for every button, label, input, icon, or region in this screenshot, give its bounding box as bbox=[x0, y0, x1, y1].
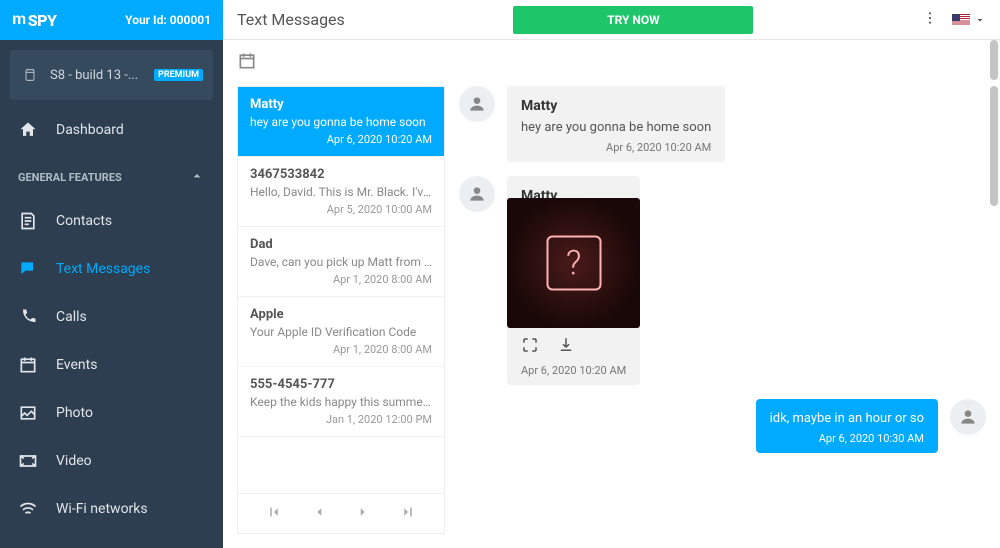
message-body: idk, maybe in an hour or so bbox=[770, 411, 924, 426]
conversation-name: Matty bbox=[250, 97, 432, 112]
conversation-preview: Dave, can you pick up Matt from schoo... bbox=[250, 255, 432, 269]
home-icon bbox=[18, 120, 38, 140]
page-next-icon[interactable] bbox=[354, 503, 372, 525]
conversation-item[interactable]: Dad Dave, can you pick up Matt from schoo… bbox=[238, 227, 444, 297]
sidebar-item-label: Events bbox=[56, 357, 97, 373]
content-area: Matty hey are you gonna be home soon Apr 6… bbox=[223, 86, 1000, 548]
chat-scrollbar[interactable] bbox=[990, 86, 998, 206]
conversation-time: Apr 1, 2020 8:00 AM bbox=[250, 343, 432, 356]
message-sender: Matty bbox=[521, 98, 711, 114]
sidebar-item-label: Text Messages bbox=[56, 261, 150, 277]
sidebar-item-label: Dashboard bbox=[56, 122, 124, 138]
calendar-icon[interactable] bbox=[237, 51, 257, 75]
phone-icon bbox=[18, 307, 38, 327]
message-row: idk, maybe in an hour or so Apr 6, 2020 1… bbox=[459, 399, 986, 453]
sidebar-item-label: Photo bbox=[56, 405, 93, 421]
chevron-up-icon bbox=[189, 168, 205, 187]
chat-thread: Matty hey are you gonna be home soon Apr 6… bbox=[459, 86, 986, 534]
nav-section-label: GENERAL FEATURES bbox=[18, 171, 122, 184]
sidebar-item-keyword-tracking[interactable]: Keyword tracking bbox=[0, 533, 223, 548]
conversation-time: Apr 1, 2020 8:00 AM bbox=[250, 273, 432, 286]
sidebar-item-video[interactable]: Video bbox=[0, 437, 223, 485]
conversation-name: Apple bbox=[250, 307, 432, 322]
premium-badge: PREMIUM bbox=[154, 69, 203, 81]
avatar bbox=[459, 86, 495, 122]
conversation-time: Apr 5, 2020 10:00 AM bbox=[250, 203, 432, 216]
film-icon bbox=[18, 451, 38, 471]
page-prev-icon[interactable] bbox=[310, 503, 328, 525]
calendar-icon bbox=[18, 355, 38, 375]
conversation-preview: Your Apple ID Verification Code bbox=[250, 325, 432, 339]
pagination bbox=[238, 493, 444, 533]
toolbar bbox=[223, 40, 1000, 86]
wifi-icon bbox=[18, 499, 38, 519]
sidebar-item-calls[interactable]: Calls bbox=[0, 293, 223, 341]
avatar bbox=[459, 176, 495, 212]
sidebar-item-label: Wi-Fi networks bbox=[56, 501, 148, 517]
conversation-preview: Hello, David. This is Mr. Black. I've no… bbox=[250, 185, 432, 199]
chat-icon bbox=[18, 259, 38, 279]
clipboard-icon bbox=[18, 211, 38, 231]
message-bubble: Matty hey are you gonna be home soon Apr 6… bbox=[507, 86, 725, 162]
message-row: Matty hey are you gonna be home soon Apr 6… bbox=[459, 86, 986, 162]
page-last-icon[interactable] bbox=[399, 503, 417, 525]
page-first-icon[interactable] bbox=[265, 503, 283, 525]
conversation-name: Dad bbox=[250, 237, 432, 252]
sidebar-item-events[interactable]: Events bbox=[0, 341, 223, 389]
device-selector[interactable]: S8 - build 13 -... PREMIUM bbox=[10, 50, 213, 100]
message-bubble: idk, maybe in an hour or so Apr 6, 2020 1… bbox=[756, 399, 938, 453]
sidebar-item-text-messages[interactable]: Text Messages bbox=[0, 245, 223, 293]
conversation-item[interactable]: 555-4545-777 Keep the kids happy this sum… bbox=[238, 367, 444, 437]
message-bubble: MattyApr 6, 2020 10:20 AM bbox=[507, 176, 640, 385]
device-name: S8 - build 13 -... bbox=[50, 68, 144, 83]
flag-us-icon bbox=[952, 14, 970, 26]
message-image[interactable] bbox=[507, 198, 640, 328]
sidebar-item-label: Video bbox=[56, 453, 92, 469]
conversation-item[interactable]: 3467533842 Hello, David. This is Mr. Blac… bbox=[238, 157, 444, 227]
try-now-button[interactable]: TRY NOW bbox=[513, 6, 753, 34]
sidebar-item-wi-fi-networks[interactable]: Wi-Fi networks bbox=[0, 485, 223, 533]
conversation-preview: Keep the kids happy this summer with ... bbox=[250, 395, 432, 409]
conversation-time: Jan 1, 2020 12:00 PM bbox=[250, 413, 432, 426]
sidebar-item-photo[interactable]: Photo bbox=[0, 389, 223, 437]
topbar: Text Messages TRY NOW bbox=[223, 0, 1000, 40]
sidebar-item-label: Calls bbox=[56, 309, 87, 325]
sidebar-item-contacts[interactable]: Contacts bbox=[0, 197, 223, 245]
brand-logo: mmSPYSPY bbox=[12, 11, 57, 30]
message-body: hey are you gonna be home soon bbox=[521, 120, 711, 135]
page-title: Text Messages bbox=[237, 10, 345, 29]
conversation-item[interactable]: Matty hey are you gonna be home soon Apr 6… bbox=[238, 87, 444, 157]
main: Text Messages TRY NOW Matty hey are you g… bbox=[223, 0, 1000, 548]
image-icon bbox=[18, 403, 38, 423]
message-time: Apr 6, 2020 10:30 AM bbox=[770, 432, 924, 445]
expand-icon[interactable] bbox=[521, 336, 539, 358]
sidebar-item-dashboard[interactable]: Dashboard bbox=[0, 106, 223, 154]
conversation-name: 555-4545-777 bbox=[250, 377, 432, 392]
user-id-label: Your Id: 000001 bbox=[125, 13, 211, 27]
conversation-name: 3467533842 bbox=[250, 167, 432, 182]
message-time: Apr 6, 2020 10:20 AM bbox=[521, 141, 711, 154]
conversation-preview: hey are you gonna be home soon bbox=[250, 115, 432, 129]
conversation-item[interactable]: Apple Your Apple ID Verification Code Apr … bbox=[238, 297, 444, 367]
chevron-down-icon bbox=[974, 14, 986, 26]
message-time: Apr 6, 2020 10:20 AM bbox=[521, 364, 626, 377]
language-selector[interactable] bbox=[952, 14, 986, 26]
message-row: MattyApr 6, 2020 10:20 AM bbox=[459, 176, 986, 385]
conversation-time: Apr 6, 2020 10:20 AM bbox=[250, 133, 432, 146]
sidebar: mmSPYSPY Your Id: 000001 S8 - build 13 -… bbox=[0, 0, 223, 548]
nav: Dashboard GENERAL FEATURES Contacts Text … bbox=[0, 106, 223, 548]
download-icon[interactable] bbox=[557, 336, 575, 358]
nav-section-header[interactable]: GENERAL FEATURES bbox=[0, 154, 223, 197]
android-icon bbox=[20, 65, 40, 85]
conversation-list: Matty hey are you gonna be home soon Apr 6… bbox=[237, 86, 445, 534]
more-icon[interactable] bbox=[922, 10, 938, 30]
sidebar-header: mmSPYSPY Your Id: 000001 bbox=[0, 0, 223, 40]
scrollbar[interactable] bbox=[990, 40, 998, 80]
sidebar-item-label: Contacts bbox=[56, 213, 112, 229]
avatar bbox=[950, 399, 986, 435]
